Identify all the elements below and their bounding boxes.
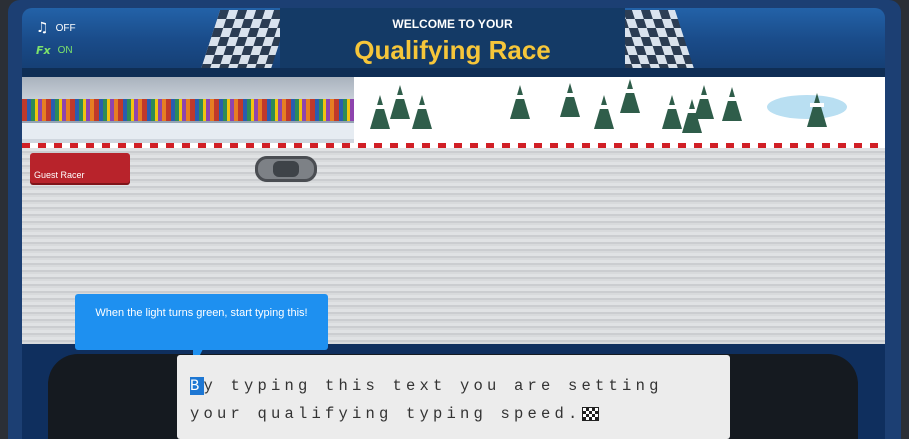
pine-tree bbox=[807, 93, 827, 127]
fx-icon: Fx bbox=[36, 44, 51, 57]
pine-tree bbox=[662, 95, 682, 129]
finish-flag-icon bbox=[581, 406, 599, 421]
snow-scenery bbox=[22, 77, 885, 143]
pine-tree bbox=[722, 87, 742, 121]
tooltip-text: When the light turns green, start typing… bbox=[95, 307, 308, 319]
fx-status: ON bbox=[57, 45, 73, 56]
music-note-icon: ♫ bbox=[36, 20, 49, 36]
pine-tree bbox=[390, 85, 410, 119]
grandstand bbox=[22, 77, 354, 143]
grandstand-roof bbox=[22, 77, 354, 99]
instruction-tooltip bbox=[75, 294, 328, 350]
typing-text[interactable]: By typing this text you are setting your… bbox=[190, 372, 720, 428]
grandstand-wall bbox=[22, 121, 354, 139]
music-status: OFF bbox=[55, 22, 76, 34]
welcome-text: WELCOME TO YOUR bbox=[392, 17, 513, 31]
typing-cursor: B bbox=[190, 377, 204, 395]
racer-name-tag: Guest Racer bbox=[30, 153, 130, 183]
fx-toggle[interactable]: Fx ON bbox=[36, 44, 73, 57]
music-toggle[interactable]: ♫ OFF bbox=[36, 20, 76, 36]
player-car bbox=[255, 156, 317, 182]
page-title: Qualifying Race bbox=[354, 35, 551, 65]
pine-tree bbox=[594, 95, 614, 129]
typing-remaining-text: y typing this text you are setting your … bbox=[190, 377, 677, 423]
crowd bbox=[22, 99, 354, 121]
racer-name: Guest Racer bbox=[34, 170, 85, 180]
pine-tree bbox=[370, 95, 390, 129]
pine-tree bbox=[620, 79, 640, 113]
pine-tree bbox=[510, 85, 530, 119]
pine-tree bbox=[560, 83, 580, 117]
pine-tree bbox=[412, 95, 432, 129]
race-stage: ♫ OFF Fx ON WELCOME TO YOUR Qualifying R… bbox=[0, 0, 909, 439]
pine-tree bbox=[694, 85, 714, 119]
